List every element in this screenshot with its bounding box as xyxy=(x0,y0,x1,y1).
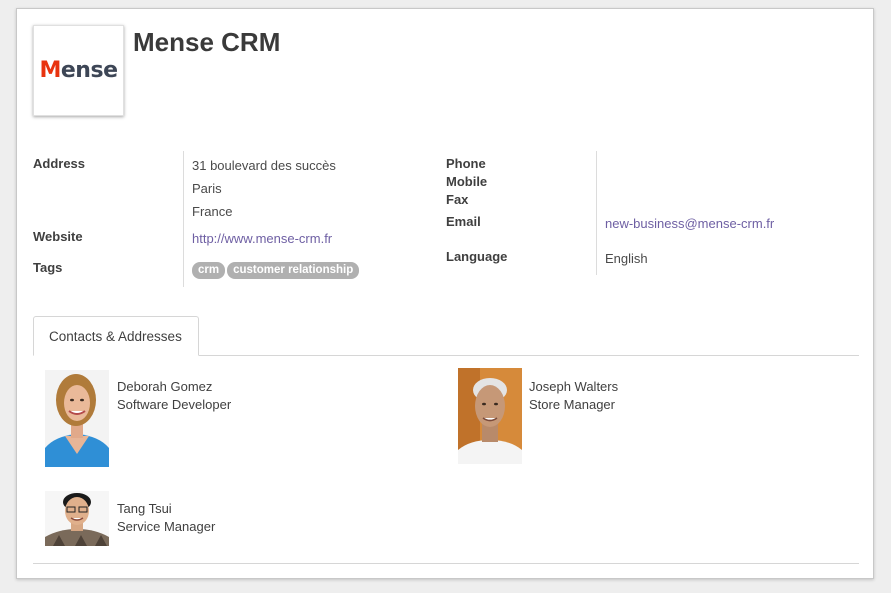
tags-list: crm customer relationship xyxy=(192,261,361,279)
contact-avatar xyxy=(45,370,109,467)
address-label: Address xyxy=(33,156,86,171)
email-link[interactable]: new-business@mense-crm.fr xyxy=(605,216,774,231)
contact-name: Joseph Walters xyxy=(529,379,619,394)
right-column-divider xyxy=(596,151,597,275)
language-value: English xyxy=(605,251,648,266)
address-city: Paris xyxy=(192,181,222,196)
contact-role: Service Manager xyxy=(117,519,216,534)
left-column-divider xyxy=(183,151,184,287)
fax-label: Fax xyxy=(446,192,469,207)
phone-label: Phone xyxy=(446,156,486,171)
tab-contacts-addresses[interactable]: Contacts & Addresses xyxy=(33,316,199,356)
contact-role: Software Developer xyxy=(117,397,232,412)
contact-role: Store Manager xyxy=(529,397,615,412)
tag-crm[interactable]: crm xyxy=(192,262,226,279)
address-country: France xyxy=(192,204,233,219)
contact-name: Tang Tsui xyxy=(117,501,172,516)
language-label: Language xyxy=(446,249,508,264)
company-name: Mense CRM xyxy=(133,27,281,57)
contact-name: Deborah Gomez xyxy=(117,379,213,394)
tag-customer-relationship[interactable]: customer relationship xyxy=(227,262,360,279)
contact-avatar xyxy=(45,491,109,546)
contact-card[interactable]: Tang Tsui Service Manager xyxy=(45,491,425,547)
logo-wordmark: Mense xyxy=(39,58,118,83)
mobile-label: Mobile xyxy=(446,174,488,189)
address-street: 31 boulevard des succès xyxy=(192,158,336,173)
partner-form-sheet: Mense Mense CRM Address 31 boulevard des… xyxy=(16,8,874,579)
website-label: Website xyxy=(33,229,83,244)
section-bottom-divider xyxy=(33,563,859,564)
website-link[interactable]: http://www.mense-crm.fr xyxy=(192,231,332,246)
contact-card[interactable]: Joseph Walters Store Manager xyxy=(458,368,838,464)
contact-card[interactable]: Deborah Gomez Software Developer xyxy=(45,370,425,468)
tags-label: Tags xyxy=(33,260,63,275)
company-logo[interactable]: Mense xyxy=(33,25,124,116)
contact-avatar xyxy=(458,368,522,464)
email-label: Email xyxy=(446,214,481,229)
